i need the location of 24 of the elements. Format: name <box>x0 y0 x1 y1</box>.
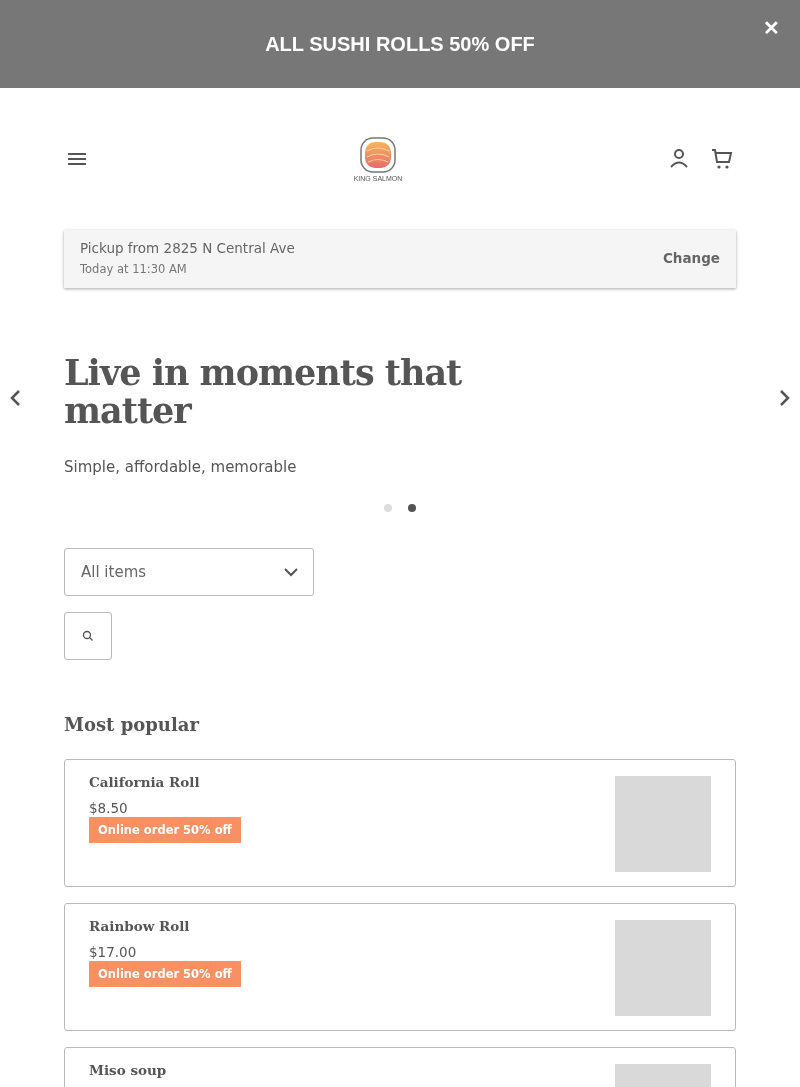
pickup-location: Pickup from 2825 N Central Ave <box>80 240 295 256</box>
item-name: Miso soup <box>89 1062 167 1078</box>
close-button[interactable]: ✕ <box>761 14 782 42</box>
menu-item-card[interactable]: Miso soup <box>64 1047 736 1087</box>
item-price: $17.00 <box>89 944 138 960</box>
hero-title: Live in moments that matter <box>64 354 463 430</box>
menu-item-card[interactable]: California Roll $8.50 Online order 50% off <box>64 759 736 887</box>
category-dropdown[interactable]: All items <box>64 548 314 596</box>
change-button[interactable]: Change <box>662 250 720 266</box>
hero-subtitle: Simple, affordable, memorable <box>64 458 298 476</box>
pickup-time: Today at 11:30 AM <box>80 262 188 276</box>
banner-text: ALL SUSHI ROLLS 50% OFF <box>265 32 535 56</box>
discount-tag: Online order 50% off <box>89 817 241 843</box>
carousel-dot[interactable] <box>408 504 416 512</box>
search-icon <box>82 630 94 642</box>
discount-tag: Online order 50% off <box>89 961 241 987</box>
item-name: Rainbow Roll <box>89 918 191 934</box>
carousel-dot[interactable] <box>384 504 392 512</box>
logo-icon <box>360 136 396 173</box>
chevron-down-icon <box>283 567 299 577</box>
item-name: California Roll <box>89 774 201 790</box>
menu-item-card[interactable]: Rainbow Roll $17.00 Online order 50% off <box>64 903 736 1031</box>
item-price: $8.50 <box>89 800 129 816</box>
section-title: Most popular <box>64 714 201 735</box>
